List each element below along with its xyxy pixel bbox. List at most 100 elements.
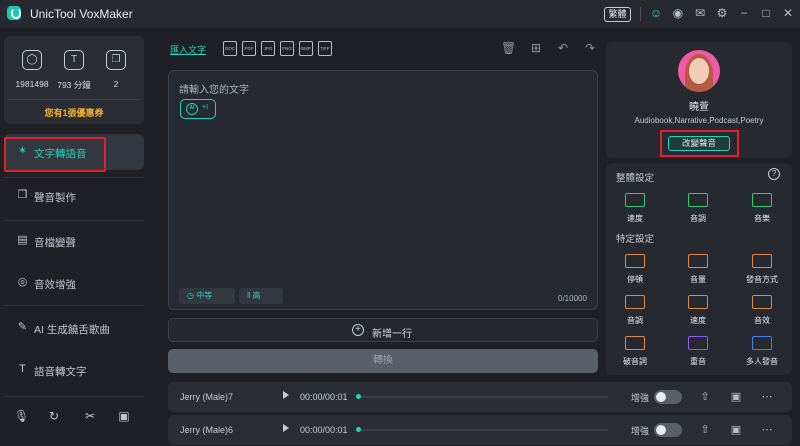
- plus-icon: +: [352, 324, 364, 336]
- boost-toggle[interactable]: [654, 423, 682, 437]
- avatar: [678, 50, 720, 92]
- sidebar-item-label: AI 生成饒舌歌曲: [34, 324, 110, 336]
- setting-label: 音效: [754, 316, 770, 325]
- setting-label: 音樂: [754, 214, 770, 223]
- speech-to-text-icon: T: [19, 363, 26, 375]
- png-file-icon[interactable]: PNG: [280, 41, 294, 56]
- ai-chip-text: +I: [202, 104, 209, 111]
- play-icon[interactable]: [283, 391, 289, 399]
- progress-track[interactable]: [358, 396, 608, 398]
- save-icon[interactable]: ▣: [729, 423, 743, 437]
- sidebar-item-voice-change[interactable]: ▤ 音檔變聲: [4, 223, 144, 259]
- progress-handle[interactable]: [356, 394, 361, 399]
- sound-enhance-icon: ◎: [17, 276, 28, 288]
- copies-value: 2: [113, 79, 119, 89]
- coupon-link[interactable]: 您有1張優惠券: [4, 106, 144, 119]
- ai-assist-button[interactable]: AI +I: [180, 99, 216, 119]
- list-item: Jerry (Male)7 00:00/00:01 增強 ⇧ ▣ ⋯: [168, 382, 792, 412]
- setting-label: 速度: [627, 214, 643, 223]
- sidebar-item-sound-enhance[interactable]: ◎ 音效增強: [4, 265, 144, 301]
- setting-multi-speaker[interactable]: 多人發音: [737, 336, 787, 367]
- boost-label: 增強: [631, 393, 650, 403]
- settings-card: 整體設定 ? 速度 音調 音樂 特定設定 停頓 音量 發音方式 音調 速度 音效…: [606, 163, 792, 375]
- app-title: UnicTool VoxMaker: [30, 7, 133, 21]
- voice-change-icon: ▤: [17, 234, 28, 246]
- speed-icon: [688, 295, 708, 309]
- overall-setting-pitch[interactable]: 音調: [673, 193, 723, 224]
- redo-icon[interactable]: ↷: [583, 41, 597, 55]
- sidebar-item-speech-to-text[interactable]: T 語音轉文字: [4, 352, 144, 388]
- tiff-file-icon[interactable]: TIFF: [318, 41, 332, 56]
- maximize-icon[interactable]: □: [759, 6, 773, 20]
- ai-rap-icon: ✎: [17, 321, 28, 333]
- bmp-file-icon[interactable]: BMP: [299, 41, 313, 56]
- pitch-button[interactable]: ‖ 高: [239, 288, 283, 304]
- app-logo-icon: [7, 6, 21, 20]
- undo-icon[interactable]: ↶: [556, 41, 570, 55]
- play-icon[interactable]: [283, 424, 289, 432]
- jpg-file-icon[interactable]: JPG: [261, 41, 275, 56]
- user-icon[interactable]: ☺: [649, 6, 663, 20]
- export-icon[interactable]: ⇧: [698, 390, 712, 404]
- ai-badge-icon: AI: [186, 103, 198, 115]
- sidebar-item-ai-rap[interactable]: ✎ AI 生成饒舌歌曲: [4, 310, 144, 346]
- minutes-icon: T: [64, 50, 84, 70]
- boost-toggle[interactable]: [654, 390, 682, 404]
- stress-icon: [688, 336, 708, 350]
- setting-sound-effect[interactable]: 音效: [737, 295, 787, 326]
- highlight-box: [4, 137, 106, 172]
- export-icon[interactable]: ⇧: [698, 423, 712, 437]
- sound-effect-icon: [752, 295, 772, 309]
- pause-icon: [625, 254, 645, 268]
- language-button[interactable]: 繁體: [604, 7, 631, 22]
- editor-placeholder: 請輸入您的文字: [179, 85, 249, 96]
- setting-pause[interactable]: 停頓: [610, 254, 660, 285]
- overall-setting-music[interactable]: 音樂: [737, 193, 787, 224]
- scissors-icon[interactable]: ✂: [83, 409, 97, 423]
- save-icon[interactable]: ▣: [729, 390, 743, 404]
- overall-settings-title: 整體設定: [616, 173, 655, 184]
- progress-track[interactable]: [358, 429, 608, 431]
- sidebar-item-voice-make[interactable]: ❐ 聲音製作: [4, 178, 144, 214]
- progress-handle[interactable]: [356, 427, 361, 432]
- help-icon[interactable]: ?: [768, 168, 780, 180]
- specific-settings-title: 特定設定: [616, 234, 655, 245]
- text-editor[interactable]: 請輸入您的文字 AI +I ◷ 中等 ‖ 高 0/10000: [168, 70, 598, 310]
- pitch-icon: [625, 295, 645, 309]
- voice-row-name: Jerry (Male)6: [180, 425, 234, 435]
- minimize-icon[interactable]: −: [737, 6, 751, 20]
- setting-stress[interactable]: 重音: [673, 336, 723, 367]
- sidebar-item-label: 語音轉文字: [34, 366, 87, 378]
- more-icon[interactable]: ⋯: [760, 423, 774, 437]
- close-icon[interactable]: ✕: [781, 6, 795, 20]
- add-box-icon[interactable]: ⊞: [529, 41, 543, 55]
- add-line-label: 新增一行: [372, 329, 412, 340]
- setting-label: 音量: [690, 275, 706, 284]
- clock-icon: ◷: [187, 291, 197, 300]
- loop-icon[interactable]: ↻: [47, 409, 61, 423]
- discord-icon[interactable]: ◉: [671, 6, 685, 20]
- toolbox-icon[interactable]: ▣: [117, 409, 131, 423]
- convert-button[interactable]: 轉換: [168, 349, 598, 373]
- overall-setting-speed[interactable]: 速度: [610, 193, 660, 224]
- setting-polyphone[interactable]: 破音詞: [610, 336, 660, 367]
- more-icon[interactable]: ⋯: [760, 390, 774, 404]
- speed-button[interactable]: ◷ 中等: [179, 288, 235, 304]
- setting-volume[interactable]: 音量: [673, 254, 723, 285]
- setting-pitch[interactable]: 音調: [610, 295, 660, 326]
- microphone-icon[interactable]: 🎙: [14, 409, 29, 423]
- mail-icon[interactable]: ✉: [693, 6, 707, 20]
- add-line-button[interactable]: + 新增一行: [168, 318, 598, 342]
- trash-icon[interactable]: 🗑: [501, 41, 516, 55]
- change-voice-button[interactable]: 改變聲音: [668, 136, 730, 151]
- setting-pronunciation[interactable]: 發音方式: [737, 254, 787, 285]
- setting-label: 破音詞: [623, 357, 647, 366]
- setting-label: 音調: [690, 214, 706, 223]
- setting-speed[interactable]: 速度: [673, 295, 723, 326]
- voice-row-name: Jerry (Male)7: [180, 392, 234, 402]
- settings-icon[interactable]: ⚙: [715, 6, 729, 20]
- import-text-link[interactable]: 匯入文字: [170, 43, 206, 56]
- list-item: Jerry (Male)6 00:00/00:01 增強 ⇧ ▣ ⋯: [168, 415, 792, 445]
- doc-file-icon[interactable]: DOC: [223, 41, 237, 56]
- pdf-file-icon[interactable]: PDF: [242, 41, 256, 56]
